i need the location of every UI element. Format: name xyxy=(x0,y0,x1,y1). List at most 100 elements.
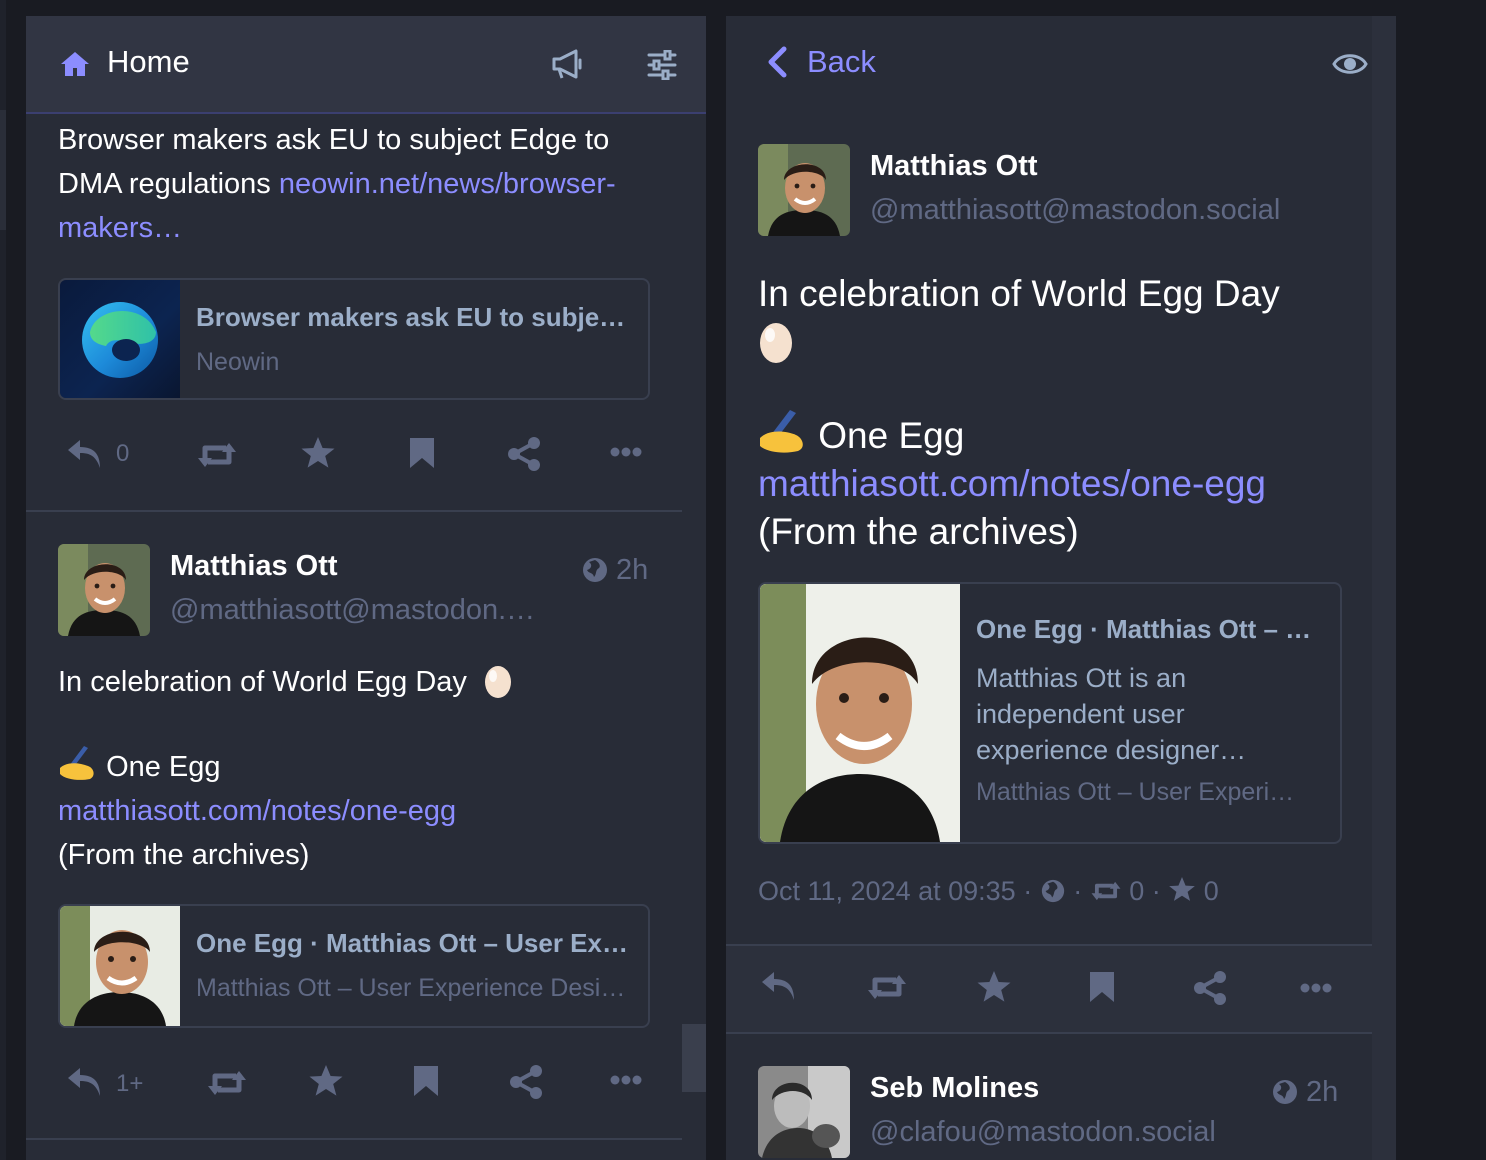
card-title: One Egg · Matthias Ott – … xyxy=(976,614,1312,644)
eye-icon[interactable] xyxy=(1332,50,1368,78)
bookmark-icon[interactable] xyxy=(1088,970,1116,1004)
detailed-action-bar xyxy=(726,946,1372,1032)
card-description-line: Matthias Ott is an xyxy=(976,663,1187,693)
column-settings-icon[interactable] xyxy=(646,50,678,80)
egg-emoji-icon xyxy=(760,323,792,363)
link-preview-card[interactable]: One Egg · Matthias Ott – User Ex… Matthi… xyxy=(58,904,650,1028)
share-icon[interactable] xyxy=(508,1064,544,1100)
display-name[interactable]: Seb Molines xyxy=(870,1072,1039,1105)
portrait-image xyxy=(60,906,180,1026)
status-link[interactable]: makers… xyxy=(58,212,182,244)
status-link[interactable]: matthiasott.com/notes/one-egg xyxy=(758,463,1266,504)
status-divider xyxy=(26,1138,682,1140)
share-icon[interactable] xyxy=(1192,970,1228,1006)
reply-count: 1+ xyxy=(116,1070,144,1097)
favourite-icon[interactable] xyxy=(976,970,1012,1004)
boost-icon xyxy=(1091,881,1121,901)
column-title: Home xyxy=(107,44,190,79)
boost-count[interactable]: 0 xyxy=(1129,876,1144,906)
card-thumbnail xyxy=(60,280,180,398)
status-meta: Oct 11, 2024 at 09:35 · · 0 · 0 xyxy=(758,876,1219,906)
more-icon[interactable] xyxy=(1300,982,1332,994)
card-description-line: experience designer… xyxy=(976,735,1247,765)
status-text: In celebration of World Egg Day xyxy=(758,273,1280,314)
display-name[interactable]: Matthias Ott xyxy=(170,550,338,583)
account-handle[interactable]: @matthiasott@mastodon.social xyxy=(870,194,1280,227)
card-thumbnail xyxy=(760,584,960,842)
reply-count: 0 xyxy=(116,440,130,467)
scrollbar-thumb[interactable] xyxy=(682,1024,706,1092)
left-edge-panel xyxy=(0,110,6,230)
egg-emoji-icon xyxy=(484,666,511,698)
reply-icon[interactable] xyxy=(66,438,104,470)
detail-column-header: Back xyxy=(726,16,1396,112)
account-handle[interactable]: @matthiasott@mastodon.… xyxy=(170,594,535,627)
boost-icon[interactable] xyxy=(196,440,238,470)
status-content: In celebration of World Egg Day xyxy=(758,270,1358,368)
home-column-header[interactable]: Home xyxy=(26,16,706,114)
boost-icon[interactable] xyxy=(206,1068,248,1098)
avatar[interactable] xyxy=(758,1066,850,1158)
globe-icon xyxy=(1273,1080,1297,1104)
status-text: DMA regulations xyxy=(58,168,279,200)
avatar[interactable] xyxy=(758,144,850,236)
status-link[interactable]: neowin.net/news/browser- xyxy=(279,168,616,200)
avatar[interactable] xyxy=(58,544,150,636)
card-description: Matthias Ott is an independent user expe… xyxy=(976,660,1326,768)
portrait-image xyxy=(760,584,960,842)
status-text: (From the archives) xyxy=(58,839,310,871)
card-source: Matthias Ott – User Experience Desi… xyxy=(196,974,626,1002)
more-icon[interactable] xyxy=(610,446,642,458)
globe-icon xyxy=(583,558,607,582)
reply-icon[interactable] xyxy=(760,970,798,1002)
globe-icon xyxy=(1041,879,1064,903)
writing-hand-emoji-icon xyxy=(760,410,803,453)
card-source: Neowin xyxy=(196,348,280,376)
card-description-line: independent user xyxy=(976,699,1185,729)
status-time[interactable]: 2h xyxy=(1306,1076,1338,1109)
back-button[interactable]: Back xyxy=(807,44,876,80)
display-name[interactable]: Matthias Ott xyxy=(870,150,1038,183)
status-content: Browser makers ask EU to subject Edge to… xyxy=(58,118,658,250)
avatar-image xyxy=(58,544,150,636)
more-icon[interactable] xyxy=(610,1074,642,1086)
status-date[interactable]: Oct 11, 2024 at 09:35 xyxy=(758,876,1016,906)
home-icon xyxy=(61,52,89,76)
chevron-left-icon[interactable] xyxy=(766,46,788,78)
status-text: Browser makers ask EU to subject Edge to xyxy=(58,124,610,156)
favourite-icon[interactable] xyxy=(300,436,336,470)
status-content-body: One Egg matthiasott.com/notes/one-egg (F… xyxy=(758,408,1368,556)
reply-all-icon[interactable] xyxy=(66,1066,104,1098)
account-handle[interactable]: @clafou@mastodon.social xyxy=(870,1116,1216,1149)
scrollbar-track[interactable] xyxy=(1372,16,1396,1160)
status-text: In celebration of World Egg Day xyxy=(58,666,467,698)
star-icon xyxy=(1169,877,1196,901)
card-title: Browser makers ask EU to subje… xyxy=(196,302,626,332)
bookmark-icon[interactable] xyxy=(408,436,436,470)
status-content: In celebration of World Egg Day xyxy=(58,660,658,704)
status-divider xyxy=(26,510,682,512)
status-link[interactable]: matthiasott.com/notes/one-egg xyxy=(58,795,456,827)
link-preview-card[interactable]: Browser makers ask EU to subje… Neowin xyxy=(58,278,650,400)
status-content-body: One Egg matthiasott.com/notes/one-egg (F… xyxy=(58,744,658,877)
favourite-icon[interactable] xyxy=(308,1064,344,1098)
card-title: One Egg · Matthias Ott – User Ex… xyxy=(196,928,628,958)
status-divider xyxy=(726,1032,1372,1034)
card-thumbnail xyxy=(60,906,180,1026)
avatar-image xyxy=(758,1066,850,1158)
avatar-image xyxy=(758,144,850,236)
status-text: One Egg xyxy=(106,751,221,783)
share-icon[interactable] xyxy=(506,436,542,472)
status-text: One Egg xyxy=(818,415,965,456)
favourite-count[interactable]: 0 xyxy=(1204,876,1219,906)
boost-icon[interactable] xyxy=(866,972,908,1002)
status-time[interactable]: 2h xyxy=(616,554,648,587)
card-source: Matthias Ott – User Experi… xyxy=(976,778,1295,806)
link-preview-card[interactable]: One Egg · Matthias Ott – … Matthias Ott … xyxy=(758,582,1342,844)
status-text: (From the archives) xyxy=(758,511,1079,552)
announcements-icon[interactable] xyxy=(550,48,586,80)
writing-hand-emoji-icon xyxy=(60,746,94,780)
detail-column: Back Matthias Ott @matthiasott@mastodon.… xyxy=(726,16,1396,1160)
edge-logo-icon xyxy=(82,302,158,378)
bookmark-icon[interactable] xyxy=(412,1064,440,1098)
